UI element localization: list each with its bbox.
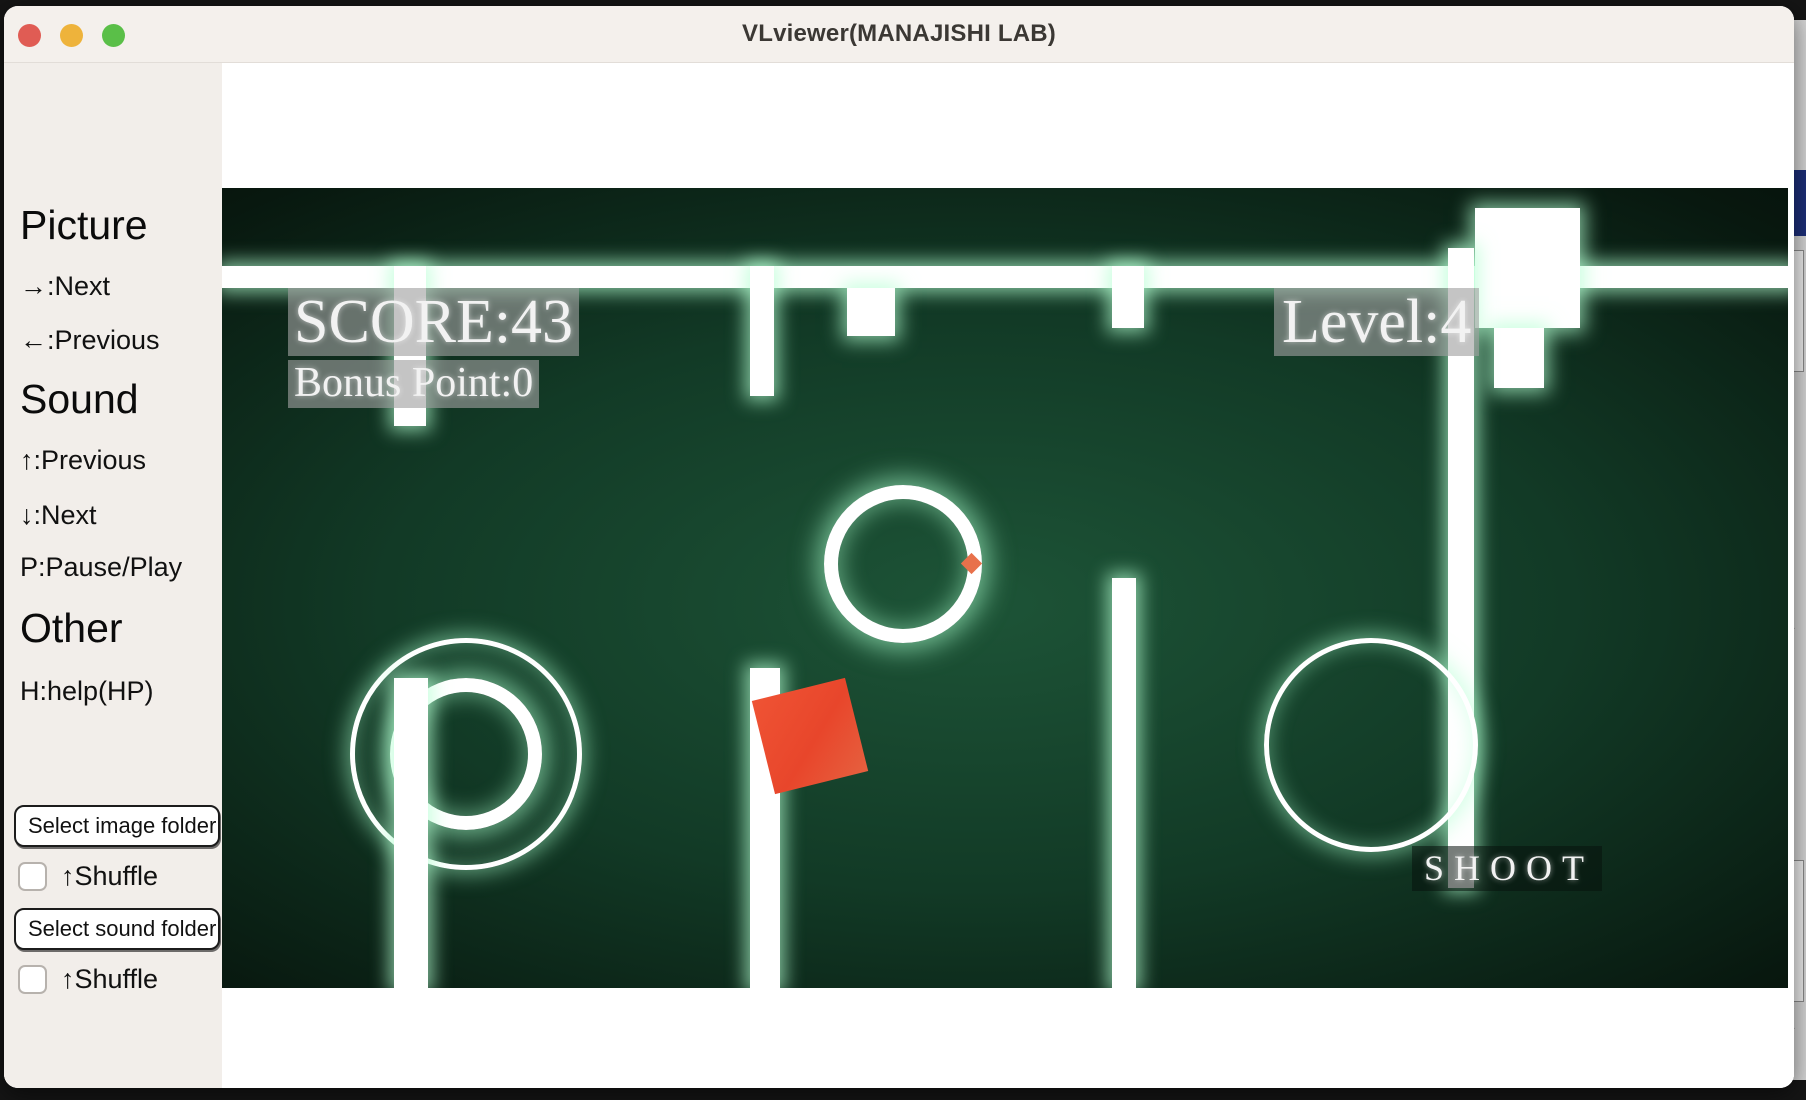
screen: ↙ ↙ ≡ VLviewer(MANAJISHI LAB) Picture →:… [0,0,1806,1100]
image-viewer[interactable]: SCORE:43 Bonus Point:0 Level:4 SHOOT [222,63,1794,1088]
sidebar-item-pause-play: P:Pause/Play [20,551,183,582]
sidebar-heading-sound: Sound [20,376,139,423]
sidebar-item-next-sound: ↓:Next [20,499,97,530]
image-shuffle-row[interactable]: ↑Shuffle [18,861,222,892]
sidebar-controls: Select image folder ↑Shuffle Select soun… [4,805,222,1011]
wall-pillar-3 [847,288,895,336]
wall-block-right-small [1494,328,1544,388]
sidebar-item-previous-sound: ↑:Previous [20,445,147,476]
sound-shuffle-label: ↑Shuffle [61,964,159,994]
image-shuffle-checkbox[interactable] [18,862,47,891]
image-shuffle-label: ↑Shuffle [61,861,159,891]
sidebar-help-list: Picture →:Next ←:Previous Sound ↑:Previo… [4,63,222,706]
select-sound-folder-button[interactable]: Select sound folder [14,908,220,950]
ring-right [1264,638,1478,852]
bonus-point-readout: Bonus Point:0 [288,360,540,408]
wall-column-right [1112,578,1136,988]
wall-pillar-4 [1112,266,1144,328]
window-body: Picture →:Next ←:Previous Sound ↑:Previo… [4,63,1794,1088]
wall-block-top-right [1475,208,1580,328]
sidebar-heading-picture: Picture [20,202,148,248]
sidebar-item-previous-picture: ←:Previous [20,325,160,356]
sound-shuffle-checkbox[interactable] [18,965,47,994]
ring-center [824,485,982,643]
window-title: VLviewer(MANAJISHI LAB) [742,20,1056,47]
wall-pillar-2 [750,266,774,396]
sidebar-item-help: H:help(HP) [20,675,154,706]
shoot-label: SHOOT [1412,846,1603,892]
sidebar-heading-other: Other [20,604,123,651]
sidebar-item-next-picture: →:Next [20,270,111,301]
game-screenshot: SCORE:43 Bonus Point:0 Level:4 SHOOT [222,188,1794,988]
title-bar: VLviewer(MANAJISHI LAB) [4,6,1794,63]
viewer-right-edge [1788,63,1794,1088]
score-readout: SCORE:43 [288,288,580,357]
select-image-folder-button[interactable]: Select image folder [14,805,220,847]
wall-pillar-left-circle [394,678,428,988]
sound-shuffle-row[interactable]: ↑Shuffle [18,964,222,995]
app-window: VLviewer(MANAJISHI LAB) Picture →:Next ←… [4,6,1794,1088]
sidebar: Picture →:Next ←:Previous Sound ↑:Previo… [4,63,222,1088]
level-readout: Level:4 [1274,288,1480,357]
